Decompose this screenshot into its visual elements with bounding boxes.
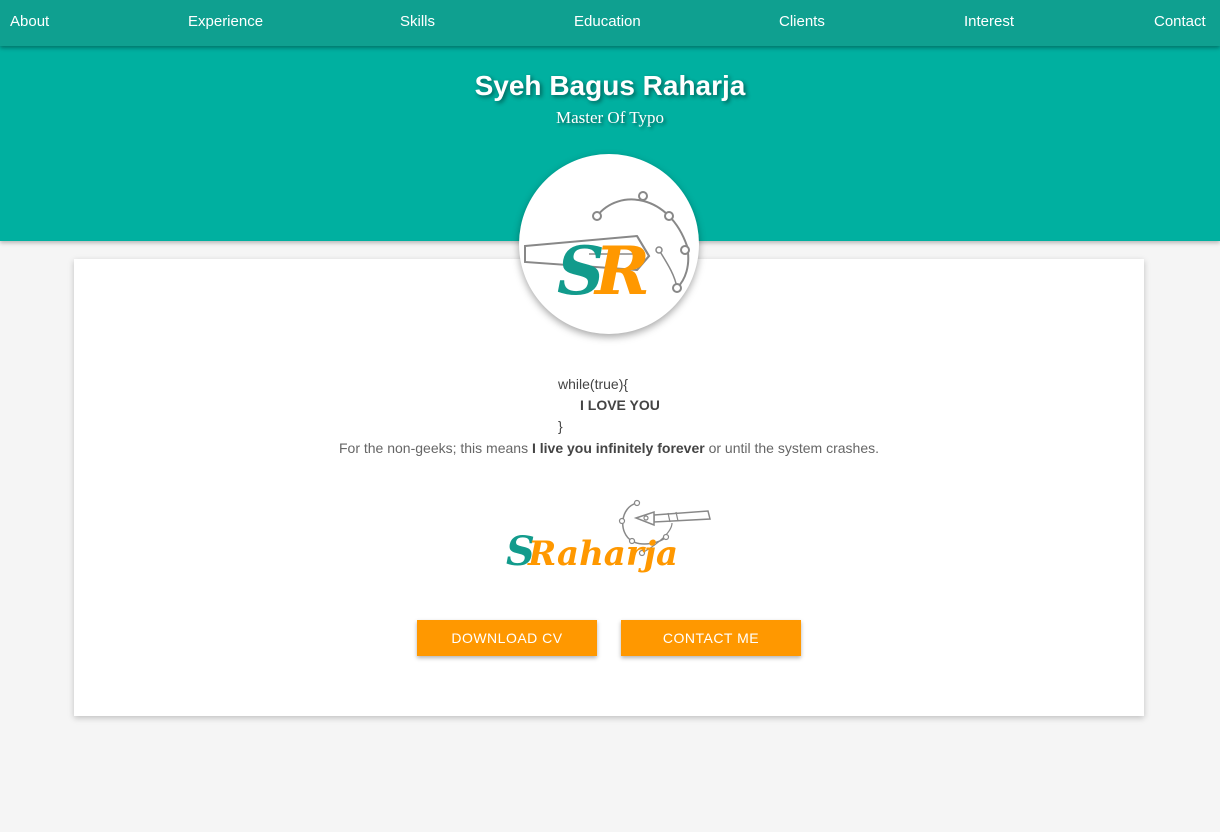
nav-link-contact[interactable]: Contact: [1154, 13, 1206, 30]
contact-me-button[interactable]: CONTACT ME: [621, 620, 801, 656]
profile-tagline-title: Master Of Typo: [555, 108, 665, 127]
tagline-start: For the non-geeks; this means: [338, 440, 532, 456]
code-snippet: while(true){ I LOVE YOU }: [558, 374, 660, 437]
profile-avatar: S R: [519, 154, 699, 334]
tagline-bold: I live you infinitely forever: [531, 440, 705, 456]
nav-link-skills[interactable]: Skills: [400, 13, 435, 30]
nav-link-experience[interactable]: Experience: [188, 13, 263, 30]
nav-link-interest[interactable]: Interest: [964, 13, 1014, 30]
tagline-end: or until the system crashes.: [704, 440, 879, 456]
code-line-body: I LOVE YOU: [580, 397, 660, 413]
code-line-open: while(true){: [558, 376, 629, 392]
sr-logo-icon: S R: [524, 191, 690, 310]
non-geek-explanation: For the non-geeks; this means I live you…: [74, 440, 1144, 456]
top-navigation: About Experience Skills Education Client…: [0, 0, 1220, 46]
profile-name: Syeh Bagus Raharja: [474, 70, 746, 101]
nav-link-clients[interactable]: Clients: [779, 13, 825, 30]
nav-link-about[interactable]: About: [10, 13, 49, 30]
sraharja-signature-logo: S Raharja: [506, 499, 711, 575]
svg-text:Raharja: Raharja: [527, 534, 678, 574]
code-line-close: }: [558, 418, 563, 434]
download-cv-button[interactable]: DOWNLOAD CV: [417, 620, 597, 656]
svg-text:R: R: [593, 232, 650, 310]
nav-link-education[interactable]: Education: [574, 13, 641, 30]
